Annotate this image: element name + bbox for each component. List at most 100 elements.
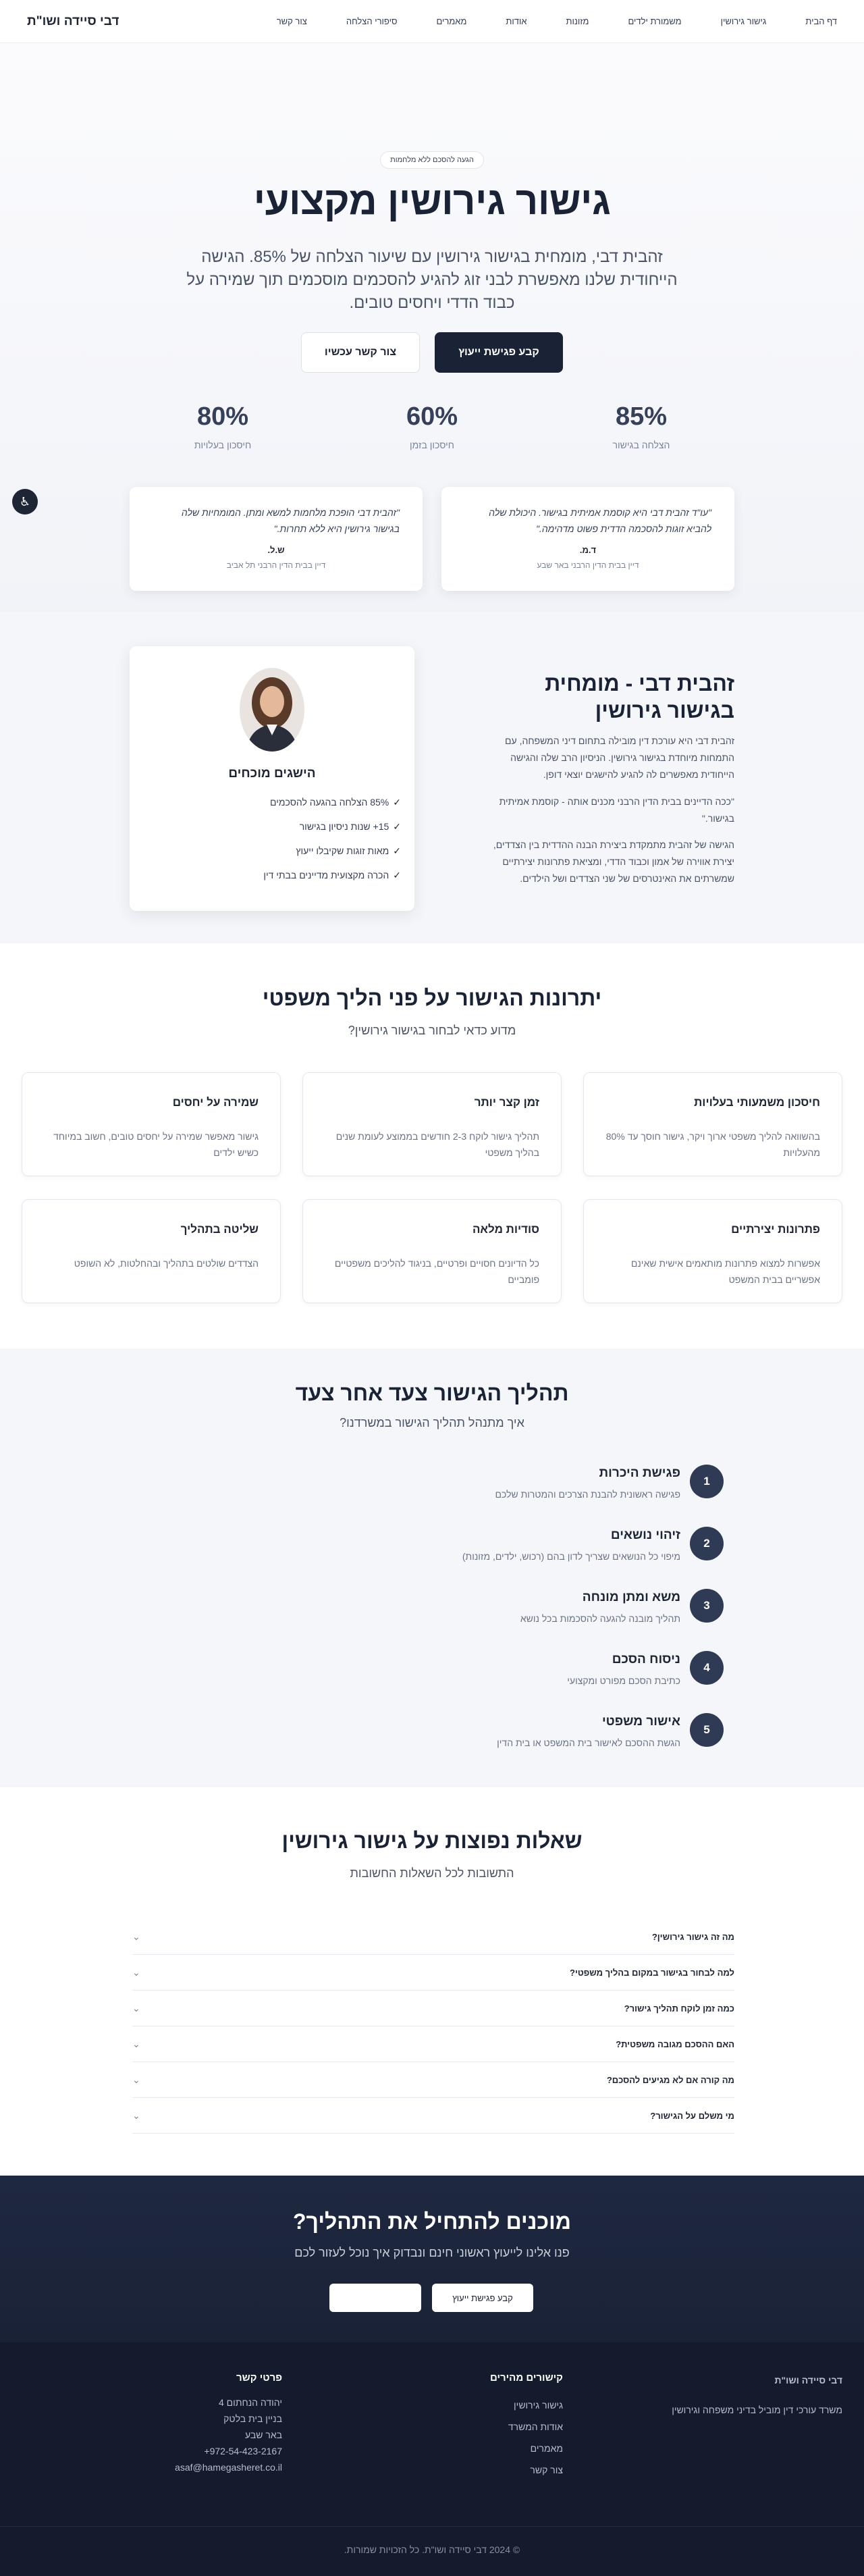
- faq-item[interactable]: האם ההסכם מגובה משפטית? ⌄: [132, 2026, 734, 2062]
- faq-subtitle: התשובות לכל השאלות החשובות: [350, 1866, 514, 1880]
- check-icon: ✓: [393, 797, 401, 808]
- check-icon: ✓: [393, 821, 401, 832]
- cta-book-button[interactable]: קבע פגישת ייעוץ: [432, 2284, 533, 2312]
- nav-link-contact[interactable]: צור קשר: [277, 16, 307, 26]
- chevron-down-icon[interactable]: ⌄: [132, 2074, 140, 2086]
- stat-label: חיסכון בזמן: [409, 440, 454, 450]
- stat-number: 60%: [406, 402, 458, 431]
- advantage-text: גישור מאפשר שמירה על יחסים טובים, חשוב ב…: [53, 1131, 259, 1158]
- copyright: © 2024 דבי סיידה ושו"ת. כל הזכויות שמורו…: [0, 2526, 864, 2576]
- nav-link-home[interactable]: דף הבית: [805, 16, 837, 26]
- contact-address: יהודה הנחתום 4: [219, 2397, 282, 2408]
- nav-link-articles[interactable]: מאמרים: [436, 16, 466, 26]
- step-title: זיהוי נושאים: [610, 1528, 680, 1542]
- check-icon: ✓: [393, 870, 401, 880]
- book-consultation-button[interactable]: קבע פגישת ייעוץ: [435, 332, 563, 373]
- chevron-down-icon[interactable]: ⌄: [132, 2003, 140, 2014]
- nav-link-divorce-mediation[interactable]: גישור גירושין: [721, 16, 767, 26]
- stat-item: 60% חיסכון בזמן: [364, 402, 500, 450]
- cta-secondary-button[interactable]: [329, 2284, 421, 2312]
- faq-question[interactable]: מה קורה אם לא מגיעים להסכם?: [607, 2075, 734, 2085]
- avatar: [240, 668, 304, 752]
- list-item: ✓הכרה מקצועית מדיינים בבתי דין: [263, 870, 401, 880]
- footer-link[interactable]: מאמרים: [414, 2438, 563, 2459]
- faq-question[interactable]: האם ההסכם מגובה משפטית?: [616, 2039, 734, 2049]
- about-title: זהבית דבי - מומחית בגישור גירושין: [545, 671, 734, 722]
- footer-tagline: משרד עורכי דין מוביל בדיני משפחה וגירושי…: [672, 2404, 842, 2415]
- advantage-card: פתרונות יצירתיים אפשרות למצוא פתרונות מות…: [583, 1199, 842, 1303]
- faq-item[interactable]: מה זה גישור גירושין? ⌄: [132, 1919, 734, 1955]
- advantage-card: שמירה על יחסים גישור מאפשר שמירה על יחסים…: [22, 1072, 281, 1176]
- nav-link-custody[interactable]: משמורת ילדים: [628, 16, 681, 26]
- footer-link[interactable]: גישור גירושין: [414, 2394, 563, 2416]
- testimonial-card: "זהבית דבי הופכת מלחמות למשא ומתן. המומח…: [130, 487, 423, 591]
- chevron-down-icon[interactable]: ⌄: [132, 1931, 140, 1943]
- brand-logo[interactable]: דבי סיידה ושו"ת: [27, 14, 119, 29]
- step-number: 2: [690, 1527, 724, 1560]
- list-item: ✓85% הצלחה בהגעה להסכמים: [270, 797, 401, 808]
- chevron-down-icon[interactable]: ⌄: [132, 1967, 140, 1978]
- testimonial-role: דיין בבית הדין הרבני באר שבע: [537, 560, 639, 570]
- advantage-card: סודיות מלאה כל הדיונים חסויים ופרטיים, בנ…: [302, 1199, 562, 1303]
- contact-building: בניין בית בלטק: [223, 2413, 282, 2424]
- stat-label: חיסכון בעלויות: [194, 440, 252, 450]
- faq-item[interactable]: מי משלם על הגישור? ⌄: [132, 2098, 734, 2134]
- advantage-text: הצדדים שולטים בתהליך ובהחלטות, לא השופט: [74, 1258, 259, 1269]
- faq-question[interactable]: מה זה גישור גירושין?: [652, 1932, 734, 1942]
- chevron-down-icon[interactable]: ⌄: [132, 2110, 140, 2122]
- process-step: 4 ניסוח הסכם כתיבת הסכם מפורט ומקצועי: [386, 1651, 724, 1686]
- about-paragraph: הגישה של זהבית מתמקדת ביצירת הבנה ההדדית…: [493, 839, 734, 884]
- faq-item[interactable]: מה קורה אם לא מגיעים להסכם? ⌄: [132, 2062, 734, 2098]
- advantage-title: פתרונות יצירתיים: [731, 1223, 820, 1236]
- nav-links: דף הבית גישור גירושין משמורת ילדים מזונו…: [277, 16, 837, 26]
- about-section: הישגים מוכחים ✓85% הצלחה בהגעה להסכמים ✓…: [0, 612, 864, 943]
- faq-item[interactable]: כמה זמן לוקח תהליך גישור? ⌄: [132, 1991, 734, 2026]
- stats-row: 85% הצלחה בגישור 60% חיסכון בזמן 80% חיסכון…: [128, 402, 736, 450]
- contact-now-button[interactable]: צור קשר עכשיו: [301, 332, 420, 373]
- step-text: הגשת ההסכם לאישור בית המשפט או בית הדין: [497, 1737, 680, 1748]
- testimonial-quote: "עו"ד זהבית דבי היא קוסמת אמיתית בגישור.…: [489, 507, 711, 534]
- testimonial-card: "עו"ד זהבית דבי היא קוסמת אמיתית בגישור.…: [441, 487, 734, 591]
- faq-item[interactable]: למה לבחור בגישור במקום בהליך משפטי? ⌄: [132, 1955, 734, 1991]
- testimonial-author: ש.ל.: [267, 545, 285, 555]
- advantages-subtitle: מדוע כדאי לבחור בגישור גירושין?: [348, 1024, 516, 1037]
- faq-title: שאלות נפוצות על גישור גירושין: [281, 1829, 583, 1853]
- advantage-title: שמירה על יחסים: [172, 1096, 259, 1109]
- nav-link-alimony[interactable]: מזונות: [566, 16, 589, 26]
- list-item: ✓15+ שנות ניסיון בגישור: [299, 821, 401, 832]
- stat-number: 85%: [615, 402, 668, 431]
- testimonial-role: דיין בבית הדין הרבני תל אביב: [226, 560, 326, 570]
- about-paragraph: זהבית דבי היא עורכת דין מובילה בתחום דינ…: [505, 735, 734, 780]
- testimonial-quote: "זהבית דבי הופכת מלחמות למשא ומתן. המומח…: [181, 507, 400, 534]
- footer-links-title: קישורים מהירים: [489, 2372, 563, 2384]
- testimonial-author: ד.מ.: [579, 545, 597, 555]
- footer-link[interactable]: צור קשר: [414, 2459, 563, 2481]
- chevron-down-icon[interactable]: ⌄: [132, 2039, 140, 2050]
- faq-question[interactable]: כמה זמן לוקח תהליך גישור?: [624, 2003, 734, 2014]
- top-nav: דף הבית גישור גירושין משמורת ילדים מזונו…: [0, 0, 864, 43]
- faq-question[interactable]: למה לבחור בגישור במקום בהליך משפטי?: [570, 1968, 734, 1978]
- stat-number: 80%: [196, 402, 249, 431]
- process-step: 1 פגישת היכרות פגישה ראשונית להבנת הצרכים …: [386, 1465, 724, 1500]
- stat-item: 80% חיסכון בעלויות: [155, 402, 290, 450]
- contact-phone[interactable]: +972-54-423-2167: [134, 2443, 282, 2459]
- stat-item: 85% הצלחה בגישור: [574, 402, 709, 450]
- portrait-image: [240, 668, 304, 752]
- cta-section: מוכנים להתחיל את התהליך? פנו אלינו לייעו…: [0, 2176, 864, 2342]
- accessibility-icon[interactable]: ♿: [12, 489, 38, 515]
- advantage-card: חיסכון משמעותי בעלויות בהשוואה להליך משפט…: [583, 1072, 842, 1176]
- achievements-title: הישגים מוכחים: [228, 766, 316, 781]
- nav-link-about[interactable]: אודות: [506, 16, 526, 26]
- hero-title: גישור גירושין מקצועי: [253, 179, 611, 223]
- contact-email[interactable]: asaf@hamegasheret.co.il: [134, 2459, 282, 2475]
- advantage-title: סודיות מלאה: [472, 1223, 539, 1236]
- cta-title: מוכנים להתחיל את התהליך?: [292, 2209, 572, 2234]
- step-text: פגישה ראשונית להבנת הצרכים והמטרות שלכם: [495, 1489, 680, 1500]
- process-step: 3 משא ומתן מונחה תהליך מובנה להגעה להסכמות…: [386, 1589, 724, 1624]
- footer-link[interactable]: אודות המשרד: [414, 2416, 563, 2438]
- step-number: 5: [690, 1713, 724, 1747]
- advantage-text: תהליך גישור לוקח 2-3 חודשים בממוצע לעומת…: [335, 1131, 539, 1158]
- faq-question[interactable]: מי משלם על הגישור?: [650, 2111, 734, 2121]
- advantage-text: כל הדיונים חסויים ופרטיים, בניגוד להליכי…: [334, 1258, 539, 1285]
- nav-link-success-stories[interactable]: סיפורי הצלחה: [346, 16, 398, 26]
